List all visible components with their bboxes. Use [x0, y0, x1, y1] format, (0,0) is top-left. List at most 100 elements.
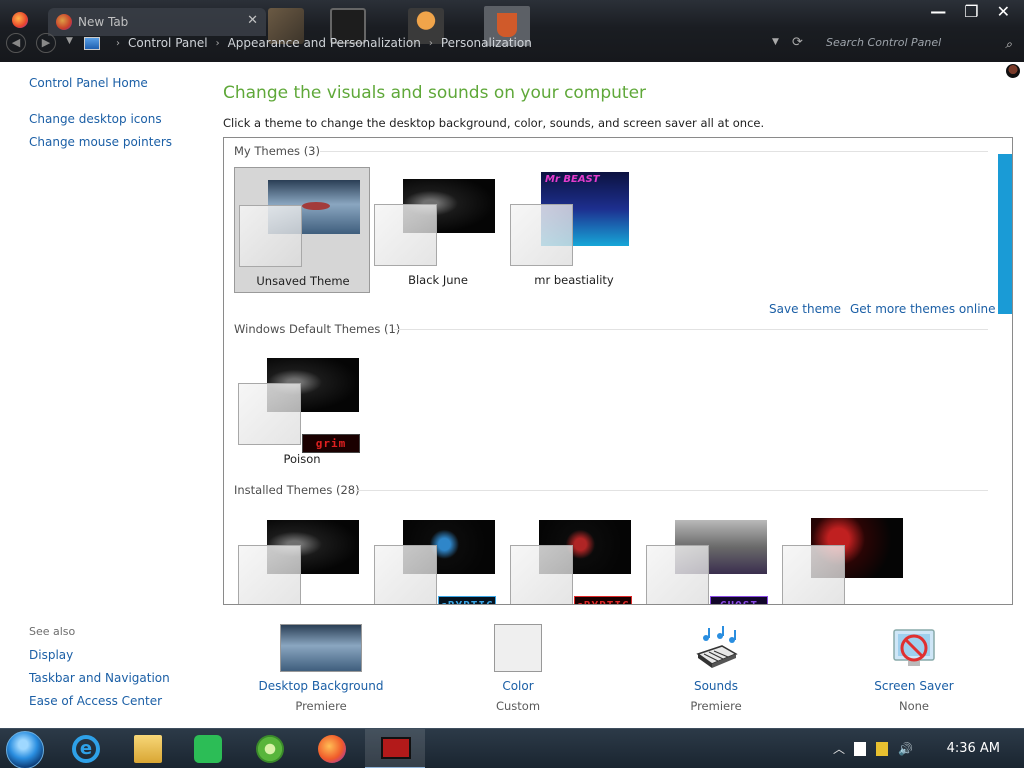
sounds-link[interactable]: Sounds [636, 679, 796, 693]
theme-badge: GHOST [710, 596, 768, 604]
theme-installed-2[interactable]: cRYPTIC [370, 508, 506, 604]
taskbar: e ︿ 🔊 4:36 AM [0, 728, 1024, 768]
tab-close-icon[interactable]: ✕ [247, 13, 258, 28]
change-mouse-pointers-link[interactable]: Change mouse pointers [29, 135, 172, 149]
desktop-background-link[interactable]: Desktop Background [241, 679, 401, 693]
breadcrumb: › Control Panel › Appearance and Persona… [84, 33, 784, 53]
theme-window-preview [374, 204, 437, 266]
search-icon[interactable]: ⌕ [1005, 37, 1012, 52]
refresh-icon[interactable]: ⟳ [792, 35, 803, 50]
save-theme-link[interactable]: Save theme [769, 302, 841, 316]
forward-button[interactable]: ▶ [36, 33, 56, 53]
theme-window-preview [782, 545, 845, 604]
breadcrumb-separator-icon[interactable]: › [216, 38, 220, 49]
theme-black-june[interactable]: Black June [370, 167, 506, 293]
theme-installed-4[interactable]: GHOST [642, 508, 778, 604]
search-placeholder: Search Control Panel [826, 36, 942, 49]
sounds-value: Premiere [690, 699, 742, 713]
window-controls: — ❐ ✕ [930, 2, 1010, 21]
back-button[interactable]: ◀ [6, 33, 26, 53]
screen-saver-icon [890, 624, 938, 672]
breadcrumb-appearance[interactable]: Appearance and Personalization [228, 36, 421, 50]
internet-explorer-icon: e [72, 735, 100, 763]
close-button[interactable]: ✕ [997, 2, 1010, 21]
divider [320, 151, 988, 152]
network-icon[interactable] [876, 742, 888, 756]
divider [356, 490, 988, 491]
taskbar-firefox[interactable] [304, 732, 358, 766]
theme-name: Poison [283, 452, 321, 466]
color-link[interactable]: Color [438, 679, 598, 693]
taskbar-notes-app[interactable] [180, 732, 234, 766]
ease-of-access-link[interactable]: Ease of Access Center [29, 694, 162, 708]
left-pane: Control Panel Home Change desktop icons … [0, 62, 213, 728]
volume-icon[interactable]: 🔊 [898, 742, 913, 756]
show-hidden-icons-icon[interactable]: ︿ [832, 742, 846, 756]
theme-window-preview [510, 545, 573, 604]
firefox-icon [318, 735, 346, 763]
action-center-flag-icon[interactable] [854, 742, 866, 756]
browser-tab-title: New Tab [78, 15, 129, 29]
taskbar-personalization-window[interactable] [365, 729, 425, 768]
desktop-background-icon [280, 624, 362, 672]
theme-badge: cRYPTIC [574, 596, 632, 604]
section-my-themes: My Themes (3) [234, 144, 320, 158]
theme-installed-5[interactable] [778, 508, 914, 604]
theme-installed-3[interactable]: cRYPTIC [506, 508, 642, 604]
window-titlebar: New Tab ✕ — ❐ ✕ ◀ ▶ ▼ › Control Panel › … [0, 0, 1024, 62]
theme-badge: grim [302, 434, 360, 453]
theme-badge: cRYPTIC [438, 596, 496, 604]
color-value: Custom [495, 699, 541, 713]
start-button[interactable] [6, 731, 44, 768]
system-tray: ︿ 🔊 4:36 AM [824, 729, 1024, 768]
address-dropdown-icon[interactable]: ▼ [772, 37, 779, 47]
minimize-button[interactable]: — [930, 2, 946, 21]
sounds-setting[interactable]: Sounds Premiere [636, 620, 796, 720]
screen-saver-setting[interactable]: Screen Saver None [834, 620, 994, 720]
theme-installed-1[interactable] [234, 508, 370, 604]
theme-list[interactable]: My Themes (3) Unsaved Theme Black June m… [223, 137, 1013, 605]
theme-poison[interactable]: grim Poison [234, 346, 370, 472]
restore-button[interactable]: ❐ [964, 2, 978, 21]
recent-pages-chevron-icon[interactable]: ▼ [66, 36, 73, 46]
theme-mr-beastiality[interactable]: mr beastiality [506, 167, 642, 293]
search-input[interactable]: Search Control Panel ⌕ [818, 33, 1020, 53]
clock[interactable]: 4:36 AM [947, 741, 1000, 756]
get-more-themes-link[interactable]: Get more themes online [850, 302, 996, 316]
sounds-icon [692, 624, 740, 672]
browser-icon [256, 735, 284, 763]
firefox-tab-icon [56, 14, 72, 30]
taskbar-navigation-link[interactable]: Taskbar and Navigation [29, 671, 170, 685]
desktop-background-setting[interactable]: Desktop Background Premiere [241, 620, 401, 720]
scrollbar-thumb[interactable] [998, 154, 1012, 314]
taskbar-file-explorer[interactable] [120, 732, 174, 766]
folder-icon [134, 735, 162, 763]
theme-window-preview [646, 545, 709, 604]
page-subtitle: Click a theme to change the desktop back… [223, 116, 765, 130]
address-bar: ◀ ▶ ▼ › Control Panel › Appearance and P… [0, 30, 1024, 56]
firefox-icon[interactable] [12, 12, 28, 28]
taskbar-internet-explorer[interactable]: e [58, 732, 112, 766]
breadcrumb-personalization[interactable]: Personalization [441, 36, 532, 50]
theme-window-preview [238, 383, 301, 445]
screen-saver-link[interactable]: Screen Saver [834, 679, 994, 693]
display-link[interactable]: Display [29, 648, 73, 662]
theme-window-preview [239, 205, 302, 267]
color-setting[interactable]: Color Custom [438, 620, 598, 720]
control-panel-home-link[interactable]: Control Panel Home [29, 76, 148, 90]
breadcrumb-control-panel[interactable]: Control Panel [128, 36, 208, 50]
avatar [1006, 64, 1020, 78]
theme-name: Black June [408, 273, 468, 287]
change-desktop-icons-link[interactable]: Change desktop icons [29, 112, 162, 126]
notes-icon [194, 735, 222, 763]
theme-unsaved[interactable]: Unsaved Theme [234, 167, 370, 293]
screen-saver-value: None [898, 699, 929, 713]
breadcrumb-separator-icon[interactable]: › [429, 38, 433, 49]
section-windows-default: Windows Default Themes (1) [234, 322, 401, 336]
taskbar-browser-app[interactable] [242, 732, 296, 766]
page-title: Change the visuals and sounds on your co… [223, 83, 647, 103]
control-panel-icon [84, 36, 100, 50]
color-swatch-icon [494, 624, 542, 672]
breadcrumb-separator-icon[interactable]: › [116, 38, 120, 49]
see-also-heading: See also [29, 625, 76, 638]
